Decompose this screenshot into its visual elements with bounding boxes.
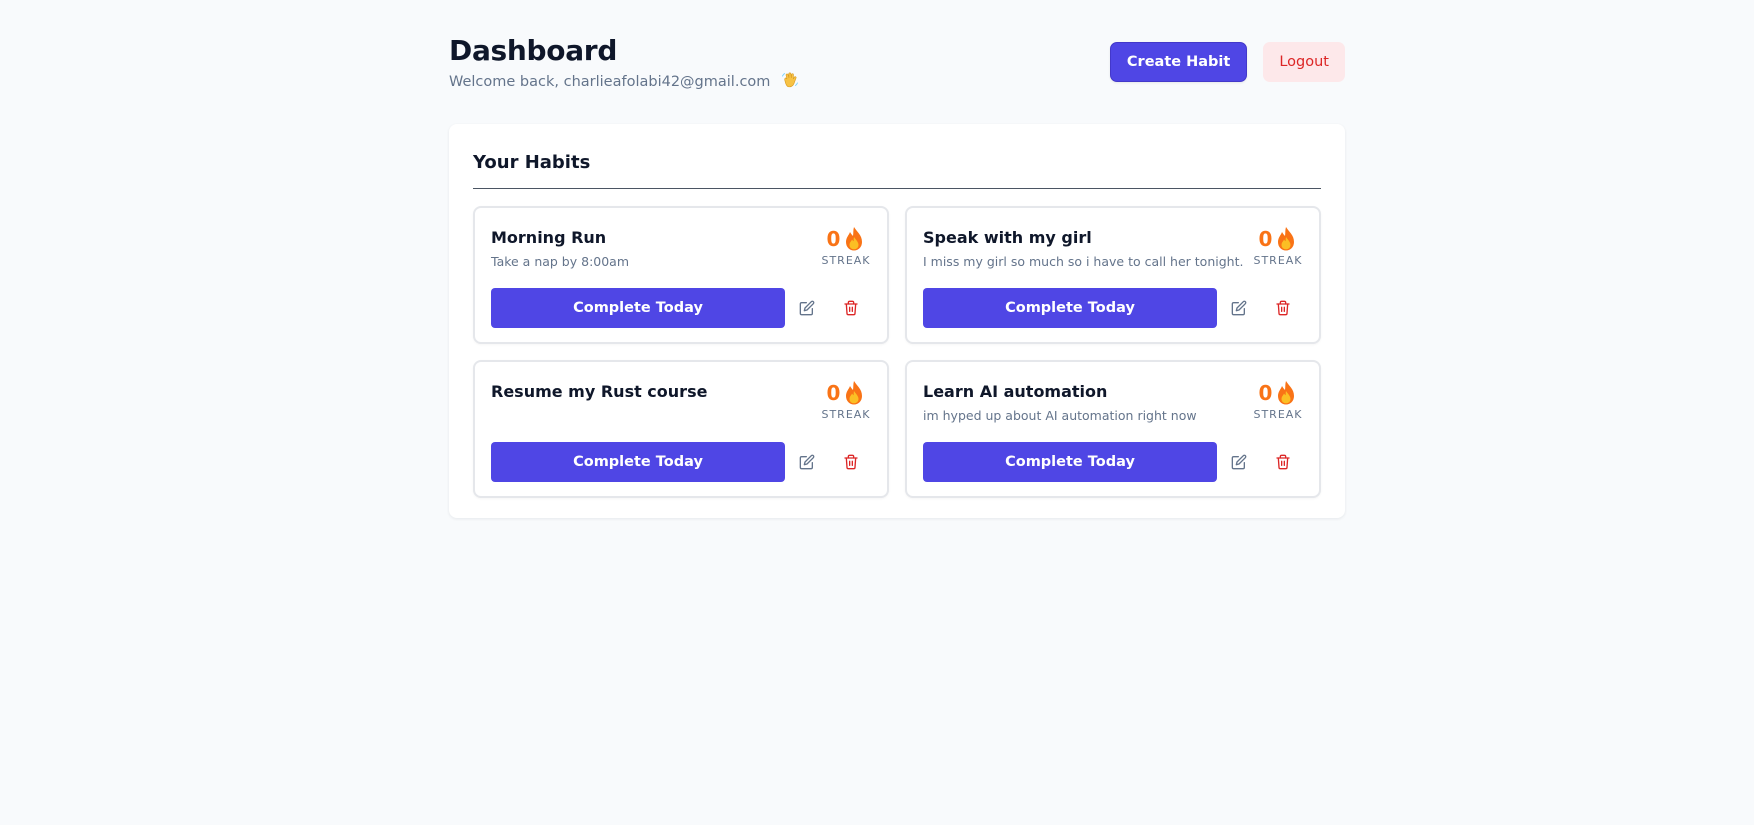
habit-grid: Morning Run Take a nap by 8:00am 0 STREA… bbox=[473, 206, 1321, 498]
edit-icon[interactable] bbox=[793, 448, 821, 476]
fire-icon bbox=[1275, 380, 1297, 406]
complete-today-button[interactable]: Complete Today bbox=[923, 442, 1217, 482]
habit-name: Morning Run bbox=[491, 228, 607, 247]
complete-today-button[interactable]: Complete Today bbox=[491, 442, 785, 482]
create-habit-button[interactable]: Create Habit bbox=[1109, 42, 1248, 82]
streak-label: STREAK bbox=[1253, 254, 1303, 267]
edit-icon[interactable] bbox=[793, 294, 821, 322]
dashboard-container: Dashboard Welcome back, charlieafolabi42… bbox=[449, 0, 1345, 518]
habit-card-speak-with-my-girl: Speak with my girl I miss my girl so muc… bbox=[905, 206, 1321, 344]
trash-icon[interactable] bbox=[837, 448, 865, 476]
habit-card-resume-rust-course: Resume my Rust course 0 STREAK Complete … bbox=[473, 360, 889, 498]
edit-icon[interactable] bbox=[1225, 448, 1253, 476]
streak-indicator: 0 STREAK bbox=[1253, 380, 1303, 421]
panel-title: Your Habits bbox=[473, 152, 591, 173]
habit-name: Learn AI automation bbox=[923, 382, 1108, 401]
streak-indicator: 0 STREAK bbox=[821, 226, 871, 267]
habit-description: im hyped up about AI automation right no… bbox=[923, 408, 1197, 423]
page-title: Dashboard bbox=[449, 34, 618, 67]
habit-description: I miss my girl so much so i have to call… bbox=[923, 254, 1244, 269]
complete-today-button[interactable]: Complete Today bbox=[923, 288, 1217, 328]
streak-label: STREAK bbox=[821, 408, 871, 421]
streak-indicator: 0 STREAK bbox=[821, 380, 871, 421]
panel-divider bbox=[473, 188, 1321, 189]
streak-count: 0 bbox=[826, 381, 841, 405]
trash-icon[interactable] bbox=[1269, 294, 1297, 322]
streak-label: STREAK bbox=[821, 254, 871, 267]
fire-icon bbox=[1275, 226, 1297, 252]
habit-description: Take a nap by 8:00am bbox=[491, 254, 630, 269]
streak-count: 0 bbox=[1258, 227, 1273, 251]
fire-icon bbox=[843, 380, 865, 406]
fire-icon bbox=[843, 226, 865, 252]
habit-name: Resume my Rust course bbox=[491, 382, 708, 401]
streak-indicator: 0 STREAK bbox=[1253, 226, 1303, 267]
logout-button[interactable]: Logout bbox=[1263, 42, 1345, 82]
welcome-message: Welcome back, charlieafolabi42@gmail.com bbox=[449, 71, 799, 93]
header-actions: Create Habit Logout bbox=[1109, 42, 1345, 82]
habits-panel: Your Habits Morning Run Take a nap by 8:… bbox=[449, 124, 1345, 518]
trash-icon[interactable] bbox=[837, 294, 865, 322]
dashboard-header: Dashboard Welcome back, charlieafolabi42… bbox=[449, 0, 1345, 124]
streak-count: 0 bbox=[1258, 381, 1273, 405]
welcome-text: Welcome back, charlieafolabi42@gmail.com bbox=[449, 74, 771, 90]
habit-card-morning-run: Morning Run Take a nap by 8:00am 0 STREA… bbox=[473, 206, 889, 344]
waving-hand-icon bbox=[781, 71, 799, 93]
edit-icon[interactable] bbox=[1225, 294, 1253, 322]
trash-icon[interactable] bbox=[1269, 448, 1297, 476]
habit-name: Speak with my girl bbox=[923, 228, 1092, 247]
streak-label: STREAK bbox=[1253, 408, 1303, 421]
streak-count: 0 bbox=[826, 227, 841, 251]
complete-today-button[interactable]: Complete Today bbox=[491, 288, 785, 328]
habit-card-learn-ai-automation: Learn AI automation im hyped up about AI… bbox=[905, 360, 1321, 498]
